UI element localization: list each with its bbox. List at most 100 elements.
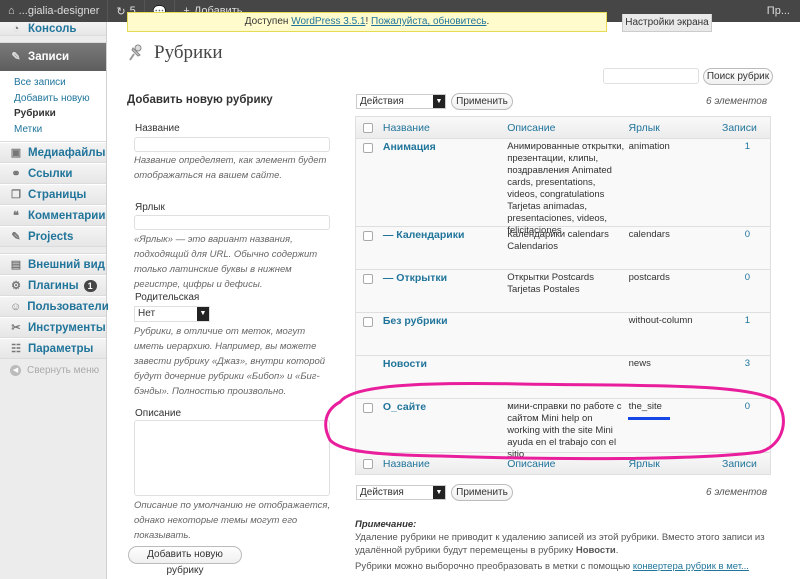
column-name-footer[interactable]: Название <box>381 458 503 470</box>
category-posts-count[interactable]: 3 <box>722 356 770 398</box>
slug-input[interactable] <box>134 215 330 230</box>
menu-projects[interactable]: ✎ Projects <box>0 226 106 247</box>
table-row[interactable]: Анимация Анимированные открытки, презента… <box>356 139 770 236</box>
column-slug[interactable]: Ярлык <box>625 122 722 134</box>
pushpin-icon <box>129 44 142 61</box>
row-checkbox[interactable] <box>363 403 374 413</box>
admin-bar-account[interactable]: Пр... <box>767 5 800 17</box>
add-category-button[interactable]: Добавить новую рубрику <box>128 546 242 576</box>
category-name[interactable]: Новости <box>381 356 503 398</box>
table-row[interactable]: — Открытки Открытки Postcards Tarjetas Po… <box>356 270 770 313</box>
table-footer: Название Описание Ярлык Записи <box>356 452 770 474</box>
table-row[interactable]: О_сайте мини-справки по работе с сайтом M… <box>356 399 770 460</box>
row-checkbox[interactable] <box>363 143 374 153</box>
menu-posts[interactable]: ✎ Записи <box>0 43 106 71</box>
category-slug: postcards <box>628 272 670 283</box>
menu-media[interactable]: ▣ Медиафайлы <box>0 142 106 163</box>
category-slug: the_site <box>628 401 662 412</box>
update-notice: Доступен WordPress 3.5.1! Пожалуйста, об… <box>127 12 607 32</box>
category-name[interactable]: — Календарики <box>381 227 503 269</box>
description-label: Описание <box>135 408 182 419</box>
bulk-actions-select-top[interactable]: Действия ▼ <box>356 94 446 109</box>
category-posts-count[interactable]: 0 <box>722 270 770 312</box>
column-description-footer[interactable]: Описание <box>503 458 624 470</box>
column-description[interactable]: Описание <box>503 122 624 134</box>
note-line-1-text: Удаление рубрики не приводит к удалению … <box>355 532 765 556</box>
menu-console[interactable]: ◔ Консоль <box>0 22 106 36</box>
table-row[interactable]: Без рубрики without-column 1 <box>356 313 770 356</box>
items-count-top: 6 элементов <box>706 96 768 107</box>
submenu-categories[interactable]: Рубрики <box>14 106 106 122</box>
collapse-menu-label: Свернуть меню <box>27 364 100 376</box>
category-name[interactable]: Анимация <box>381 139 503 226</box>
screen-options-button[interactable]: Настройки экрана <box>622 14 712 32</box>
notice-prefix: Доступен <box>244 16 292 27</box>
category-name[interactable]: — Открытки <box>381 270 503 312</box>
apply-button-top[interactable]: Применить <box>451 93 513 110</box>
select-all-checkbox[interactable] <box>363 122 374 133</box>
search-categories-button[interactable]: Поиск рубрик <box>703 68 773 85</box>
table-row[interactable]: — Календарики Календарики calendars Calen… <box>356 227 770 270</box>
refresh-icon: ↻ <box>116 5 126 18</box>
column-posts-footer[interactable]: Записи <box>722 458 770 470</box>
submenu-tags[interactable]: Метки <box>14 122 106 138</box>
row-checkbox[interactable] <box>363 317 374 327</box>
admin-bar-site[interactable]: ⌂ ...gialia-designer <box>0 0 107 22</box>
column-posts[interactable]: Записи <box>722 122 770 134</box>
category-name[interactable]: О_сайте <box>381 399 503 452</box>
submenu-all-posts[interactable]: Все записи <box>14 75 106 91</box>
category-posts-count[interactable]: 1 <box>722 313 770 355</box>
category-name[interactable]: Без рубрики <box>381 313 503 355</box>
pin-icon: ✎ <box>11 51 21 63</box>
comments-icon: ❝ <box>13 209 19 222</box>
menu-settings[interactable]: ☷ Параметры <box>0 338 106 359</box>
description-textarea[interactable] <box>134 420 330 496</box>
submenu-add-post[interactable]: Добавить новую <box>14 91 106 107</box>
category-description: Открытки Postcards Tarjetas Postales <box>507 272 594 295</box>
search-categories-input[interactable] <box>603 68 699 84</box>
update-link[interactable]: Пожалуйста, обновитесь <box>371 16 486 27</box>
category-posts-count[interactable]: 0 <box>722 227 770 269</box>
menu-plugins-label: Плагины <box>28 279 79 292</box>
add-category-heading: Добавить новую рубрику <box>127 94 273 106</box>
description-hint: Описание по умолчанию не отображается, о… <box>134 500 331 541</box>
category-description: мини-справки по работе с сайтом Mini hel… <box>507 401 622 460</box>
menu-tools[interactable]: ✂ Инструменты <box>0 317 106 338</box>
bulk-actions-select-bottom[interactable]: Действия ▼ <box>356 485 446 500</box>
note-line-1: Удаление рубрики не приводит к удалению … <box>355 531 775 557</box>
column-name[interactable]: Название <box>381 122 503 134</box>
menu-links[interactable]: ⚭ Ссылки <box>0 163 106 184</box>
menu-pages-label: Страницы <box>28 188 87 201</box>
apply-button-bottom[interactable]: Применить <box>451 484 513 501</box>
row-checkbox[interactable] <box>363 231 374 241</box>
menu-pages[interactable]: ❐ Страницы <box>0 184 106 205</box>
dashboard-icon: ◔ <box>12 22 20 35</box>
category-posts-count[interactable]: 0 <box>722 399 770 452</box>
menu-plugins[interactable]: ⚙ Плагины 1 <box>0 275 106 296</box>
category-posts-count[interactable]: 1 <box>722 139 770 226</box>
converter-link[interactable]: конвертера рубрик в мет... <box>633 561 749 572</box>
note-line-2-text: Рубрики можно выборочно преобразовать в … <box>355 561 633 572</box>
category-description: Анимированные открытки, презентации, кли… <box>507 141 625 236</box>
collapse-arrow-icon: ◀ <box>10 364 21 376</box>
parent-select[interactable]: Нет ▼ <box>134 306 210 322</box>
name-input[interactable] <box>134 137 330 152</box>
menu-appearance[interactable]: ▤ Внешний вид <box>0 254 106 275</box>
site-name: ...gialia-designer <box>18 5 100 17</box>
chevron-down-icon: ▼ <box>433 486 445 499</box>
row-checkbox[interactable] <box>363 274 374 284</box>
column-slug-footer[interactable]: Ярлык <box>625 458 722 470</box>
category-description: Календарики calendars Calendarios <box>507 229 609 252</box>
category-slug: news <box>628 358 651 369</box>
table-row[interactable]: Новости news 3 <box>356 356 770 399</box>
menu-users[interactable]: ☺ Пользователи <box>0 296 109 317</box>
menu-appearance-label: Внешний вид <box>28 258 105 271</box>
collapse-menu[interactable]: ◀ Свернуть меню <box>0 359 106 381</box>
select-all-checkbox-footer[interactable] <box>363 458 374 469</box>
wp-version-link[interactable]: WordPress 3.5.1 <box>291 16 365 27</box>
slug-label: Ярлык <box>135 202 165 213</box>
menu-comments[interactable]: ❝ Комментарии <box>0 205 106 226</box>
note-section: Примечание: Удаление рубрики не приводит… <box>355 518 775 573</box>
home-icon: ⌂ <box>8 5 15 17</box>
page-title: Рубрики <box>154 42 223 63</box>
